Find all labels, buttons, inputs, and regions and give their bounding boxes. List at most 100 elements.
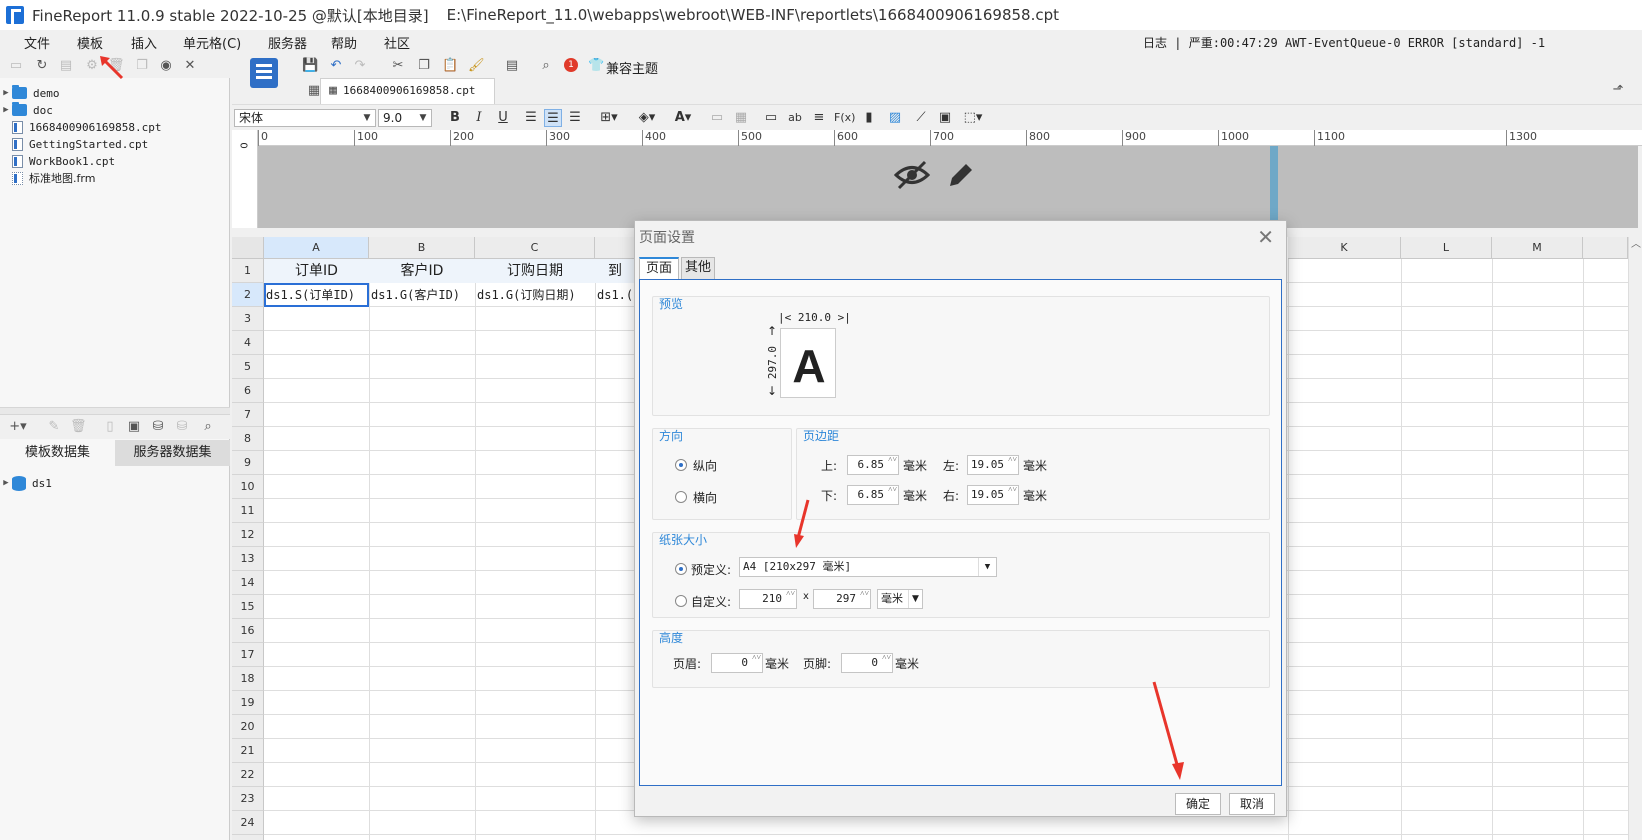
row-header[interactable]: 9 (232, 451, 264, 475)
delete-dataset-icon[interactable]: 🗑 (70, 419, 87, 435)
row-header[interactable]: 8 (232, 427, 264, 451)
slash-icon[interactable]: ⟋ (912, 109, 930, 127)
redo-icon[interactable]: ↷ (352, 58, 368, 74)
caret-right-icon[interactable]: ▶ (0, 88, 12, 98)
column-header[interactable] (1583, 237, 1628, 259)
paragraph-icon[interactable]: ≡ (810, 109, 828, 127)
row-header[interactable]: 4 (232, 331, 264, 355)
merge-icon[interactable]: ▭ (708, 109, 726, 127)
italic-icon[interactable]: I (470, 109, 488, 127)
row-header[interactable]: 11 (232, 499, 264, 523)
log-status[interactable]: 日志 | 严重:00:47:29 AWT-EventQueue-0 ERROR … (1143, 34, 1545, 51)
edit-icon[interactable]: ✎ (46, 419, 62, 435)
font-color-icon[interactable]: A▾ (668, 109, 698, 127)
margin-top-input[interactable]: 6.85 (847, 455, 899, 475)
font-family-select[interactable]: 宋体 ▼ (234, 109, 376, 127)
row-header[interactable]: 12 (232, 523, 264, 547)
panel-splitter[interactable] (0, 407, 230, 415)
sheet-corner[interactable] (232, 237, 264, 259)
row-header[interactable]: 22 (232, 763, 264, 787)
caret-right-icon[interactable]: ▶ (0, 105, 12, 115)
underline-icon[interactable]: U (494, 109, 512, 127)
close-icon[interactable]: ✕ (1257, 225, 1274, 249)
vertical-scrollbar[interactable]: ︿ (1628, 237, 1642, 840)
font-size-select[interactable]: 9.0 ▼ (378, 109, 432, 127)
more-icon[interactable]: ⬚▾ (960, 109, 986, 127)
row-header[interactable]: 18 (232, 667, 264, 691)
landscape-label[interactable]: 横向 (693, 489, 717, 506)
portrait-radio[interactable] (675, 459, 687, 471)
row-header[interactable]: 7 (232, 403, 264, 427)
paste-icon[interactable]: 📋 (442, 58, 458, 74)
cut-icon[interactable]: ✂ (390, 58, 406, 74)
tree-item-file[interactable]: 1668400906169858.cpt (12, 118, 161, 136)
search-icon[interactable]: ⌕ (200, 419, 216, 435)
landscape-radio[interactable] (675, 491, 687, 503)
row-header[interactable]: 3 (232, 307, 264, 331)
tree-item-file[interactable]: GettingStarted.cpt (12, 135, 148, 153)
tab-server-dataset[interactable]: 服务器数据集 (115, 440, 230, 466)
text-ab-icon[interactable]: ab (786, 109, 804, 127)
database-refresh-icon[interactable]: ⛁ (174, 419, 190, 435)
refresh-icon[interactable]: ↻ (34, 58, 50, 74)
cell-C1[interactable]: 订购日期 (475, 259, 595, 283)
tree-item-file[interactable]: 标准地图.frm (12, 169, 95, 187)
template-mode-icon[interactable] (250, 58, 278, 88)
row-header[interactable]: 15 (232, 595, 264, 619)
margin-right-input[interactable]: 19.05 (967, 485, 1019, 505)
margin-left-input[interactable]: 19.05 (967, 455, 1019, 475)
align-center-icon[interactable]: ☰ (544, 109, 562, 127)
custom-unit-select[interactable]: 毫米 ▼ (877, 589, 923, 609)
unmerge-icon[interactable]: ▦ (732, 109, 750, 127)
margin-bottom-input[interactable]: 6.85 (847, 485, 899, 505)
row-header[interactable]: 17 (232, 643, 264, 667)
theme-button[interactable]: 兼容主题 (606, 58, 658, 77)
insert-text-icon[interactable]: ▭ (762, 109, 780, 127)
portrait-label[interactable]: 纵向 (693, 457, 717, 474)
copy-icon[interactable]: ❐ (134, 58, 150, 74)
preview-search-icon[interactable]: ⌕ (538, 58, 554, 74)
cancel-button[interactable]: 取消 (1229, 793, 1275, 815)
predefined-radio[interactable] (675, 563, 687, 575)
fill-color-icon[interactable]: ◈▾ (632, 109, 662, 127)
row-header[interactable]: 1 (232, 259, 264, 283)
footer-height-input[interactable]: 0 (841, 653, 893, 673)
row-header[interactable]: 14 (232, 571, 264, 595)
column-header[interactable]: C (475, 237, 595, 259)
cell-B1[interactable]: 客户ID (369, 259, 475, 283)
theme-icon[interactable]: 👕 (588, 58, 604, 74)
panel-toggle-icon[interactable]: ⬏ (1610, 82, 1626, 98)
column-header[interactable]: L (1401, 237, 1492, 259)
custom-label[interactable]: 自定义: (691, 593, 731, 610)
subreport-icon[interactable]: ▣ (936, 109, 954, 127)
menu-cell[interactable]: 单元格(C) (183, 33, 241, 52)
row-header[interactable]: 23 (232, 787, 264, 811)
tree-item-doc[interactable]: ▶ doc (0, 101, 53, 119)
copy-icon[interactable]: ❐ (416, 58, 432, 74)
predefined-label[interactable]: 预定义: (691, 561, 731, 578)
menu-help[interactable]: 帮助 (331, 33, 357, 52)
database-icon[interactable]: ⛁ (150, 419, 166, 435)
row-header[interactable]: 21 (232, 739, 264, 763)
preview-icon[interactable]: ▯ (102, 419, 118, 435)
chart-icon[interactable]: ▮ (860, 109, 878, 127)
collapse-icon[interactable]: ✕ (182, 58, 198, 74)
cell-D1[interactable]: 到 (595, 259, 635, 283)
border-icon[interactable]: ⊞▾ (594, 109, 624, 127)
header-height-input[interactable]: 0 (711, 653, 763, 673)
column-header[interactable]: A (264, 237, 369, 259)
column-header[interactable] (595, 237, 635, 259)
locate-icon[interactable]: ◉ (158, 58, 174, 74)
row-header[interactable]: 20 (232, 715, 264, 739)
column-header[interactable]: K (1288, 237, 1401, 259)
align-left-icon[interactable]: ☰ (522, 109, 540, 127)
cell-D2[interactable]: ds1.( (595, 283, 635, 307)
custom-width-input[interactable]: 210 (739, 589, 797, 609)
row-header[interactable]: 16 (232, 619, 264, 643)
menu-community[interactable]: 社区 (384, 33, 410, 52)
row-header[interactable]: 24 (232, 811, 264, 835)
caret-right-icon[interactable]: ▶ (0, 478, 12, 488)
menu-template[interactable]: 模板 (77, 33, 103, 52)
column-header[interactable]: B (369, 237, 475, 259)
hide-eye-icon[interactable] (894, 160, 930, 190)
